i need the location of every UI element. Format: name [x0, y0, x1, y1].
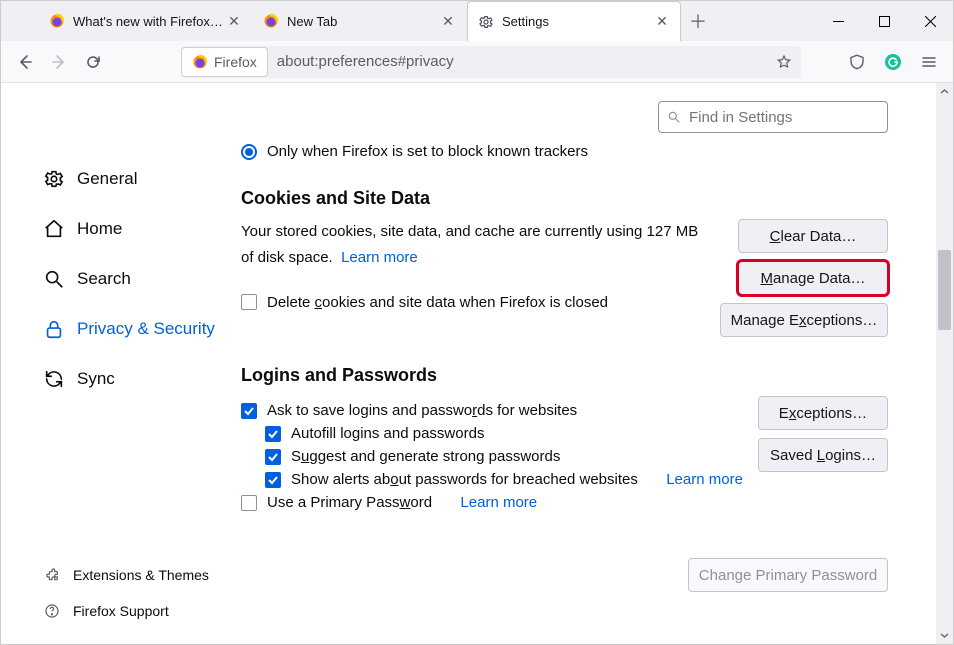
sidebar-item-label: General — [77, 169, 137, 189]
checkbox-label: Suggest and generate strong passwords — [291, 448, 560, 465]
url-bar[interactable]: Firefox about:preferences#privacy — [181, 46, 801, 78]
checkbox-ask-save-logins[interactable]: Ask to save logins and passwords for web… — [241, 402, 758, 419]
tab-label: New Tab — [287, 14, 440, 29]
sidebar-item-general[interactable]: General — [35, 159, 241, 199]
saved-logins-button[interactable]: Saved Logins… — [758, 438, 888, 472]
settings-sidebar: General Home Search Privacy & Security S… — [1, 83, 241, 644]
manage-data-button[interactable]: Manage Data… — [738, 261, 888, 295]
checkbox-label: Delete cookies and site data when Firefo… — [267, 294, 608, 311]
sidebar-item-label: Search — [77, 269, 131, 289]
checkbox-suggest-passwords[interactable]: Suggest and generate strong passwords — [241, 448, 758, 465]
heading-logins: Logins and Passwords — [241, 365, 888, 386]
checkbox-breach-alerts[interactable]: Show alerts about passwords for breached… — [241, 471, 758, 488]
sidebar-item-sync[interactable]: Sync — [35, 359, 241, 399]
tab-whats-new[interactable]: What's new with Firefox - More ✕ — [39, 1, 253, 41]
gear-icon — [43, 168, 65, 190]
grammarly-icon[interactable] — [877, 46, 909, 78]
sidebar-item-label: Firefox Support — [73, 603, 169, 619]
forward-button[interactable] — [43, 46, 75, 78]
cookies-desc: Your stored cookies, site data, and cach… — [241, 219, 711, 272]
sidebar-item-label: Extensions & Themes — [73, 567, 209, 583]
firefox-icon — [49, 13, 65, 29]
window-minimize[interactable] — [815, 1, 861, 41]
help-icon — [43, 602, 61, 620]
search-icon — [667, 110, 681, 124]
checkbox-label: Ask to save logins and passwords for web… — [267, 402, 577, 419]
puzzle-icon — [43, 566, 61, 584]
scroll-down-icon[interactable] — [936, 627, 953, 644]
scrollbar[interactable] — [936, 83, 953, 644]
protections-icon[interactable] — [841, 46, 873, 78]
checkbox-icon — [241, 495, 257, 511]
sidebar-item-label: Privacy & Security — [77, 319, 215, 339]
sidebar-item-privacy[interactable]: Privacy & Security — [35, 309, 241, 349]
sidebar-item-label: Home — [77, 219, 122, 239]
heading-cookies: Cookies and Site Data — [241, 188, 888, 209]
bookmark-star-icon[interactable] — [776, 54, 792, 70]
checkbox-icon — [241, 403, 257, 419]
reload-button[interactable] — [77, 46, 109, 78]
search-icon — [43, 268, 65, 290]
identity-label: Firefox — [214, 54, 257, 70]
sidebar-item-home[interactable]: Home — [35, 209, 241, 249]
tab-settings[interactable]: Settings ✕ — [467, 1, 681, 41]
settings-main: Only when Firefox is set to block known … — [241, 83, 936, 644]
find-input[interactable] — [687, 108, 879, 127]
gear-icon — [478, 14, 494, 30]
window-close[interactable] — [907, 1, 953, 41]
learn-more-link[interactable]: Learn more — [341, 249, 418, 266]
scroll-thumb[interactable] — [938, 250, 951, 330]
tab-label: What's new with Firefox - More — [73, 14, 226, 29]
checkbox-icon — [265, 472, 281, 488]
checkbox-label: Autofill logins and passwords — [291, 425, 484, 442]
close-icon[interactable]: ✕ — [226, 13, 242, 29]
change-primary-password-button: Change Primary Password — [688, 558, 888, 592]
checkbox-icon — [265, 426, 281, 442]
tab-label: Settings — [502, 14, 654, 29]
tab-strip: What's new with Firefox - More ✕ New Tab… — [1, 1, 953, 41]
clear-data-button[interactable]: Clear Data… — [738, 219, 888, 253]
learn-more-link[interactable]: Learn more — [460, 494, 537, 511]
checkbox-primary-password[interactable]: Use a Primary Password Learn more — [241, 494, 758, 511]
learn-more-link[interactable]: Learn more — [666, 471, 743, 488]
home-icon — [43, 218, 65, 240]
url-text: about:preferences#privacy — [267, 53, 776, 70]
app-menu-button[interactable] — [913, 46, 945, 78]
radio-block-known-trackers[interactable]: Only when Firefox is set to block known … — [241, 143, 888, 160]
checkbox-label: Use a Primary Password — [267, 494, 432, 511]
back-button[interactable] — [9, 46, 41, 78]
identity-box[interactable]: Firefox — [181, 47, 268, 77]
checkbox-delete-on-close[interactable]: Delete cookies and site data when Firefo… — [241, 294, 711, 311]
tab-new[interactable]: New Tab ✕ — [253, 1, 467, 41]
checkbox-autofill[interactable]: Autofill logins and passwords — [241, 425, 758, 442]
sidebar-item-search[interactable]: Search — [35, 259, 241, 299]
close-icon[interactable]: ✕ — [440, 13, 456, 29]
firefox-icon — [192, 54, 208, 70]
radio-icon — [241, 144, 257, 160]
checkbox-icon — [241, 294, 257, 310]
radio-label: Only when Firefox is set to block known … — [267, 143, 588, 160]
new-tab-button[interactable]: ＋ — [681, 1, 715, 41]
checkbox-label: Show alerts about passwords for breached… — [291, 471, 638, 488]
sync-icon — [43, 368, 65, 390]
sidebar-item-label: Sync — [77, 369, 115, 389]
toolbar: Firefox about:preferences#privacy — [1, 41, 953, 83]
manage-exceptions-button[interactable]: Manage Exceptions… — [720, 303, 888, 337]
logins-exceptions-button[interactable]: Exceptions… — [758, 396, 888, 430]
window-maximize[interactable] — [861, 1, 907, 41]
firefox-icon — [263, 13, 279, 29]
sidebar-support[interactable]: Firefox Support — [35, 596, 241, 626]
close-icon[interactable]: ✕ — [654, 14, 670, 30]
lock-icon — [43, 318, 65, 340]
find-in-settings[interactable] — [658, 101, 888, 133]
checkbox-icon — [265, 449, 281, 465]
sidebar-extensions[interactable]: Extensions & Themes — [35, 560, 241, 590]
scroll-up-icon[interactable] — [936, 83, 953, 100]
